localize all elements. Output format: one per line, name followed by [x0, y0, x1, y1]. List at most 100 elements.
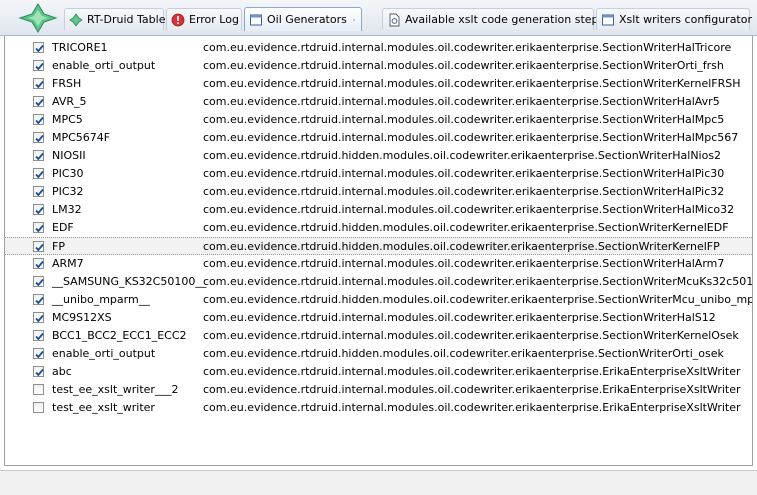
generator-class: com.eu.evidence.rtdruid.hidden.modules.o…	[203, 293, 753, 306]
generator-name: PIC32	[52, 185, 84, 198]
view-icon	[602, 14, 614, 25]
enable-checkbox[interactable]	[33, 330, 44, 341]
document-icon	[389, 13, 400, 26]
table-row[interactable]: AVR_5 com.eu.evidence.rtdruid.internal.mo…	[5, 93, 752, 111]
error-log-icon	[171, 13, 185, 26]
check-icon	[35, 332, 44, 341]
enable-checkbox[interactable]	[33, 294, 44, 305]
generator-name: FRSH	[52, 77, 82, 90]
table-row[interactable]: FP com.eu.evidence.rtdruid.hidden.modules…	[5, 237, 752, 255]
table-row[interactable]: __SAMSUNG_KS32C50100__ com.eu.evidence.rt…	[5, 273, 752, 291]
table-row[interactable]: ARM7 com.eu.evidence.rtdruid.internal.mod…	[5, 255, 752, 273]
generator-name: MPC5674F	[52, 131, 111, 144]
check-icon	[35, 62, 44, 71]
view-tab-bar: RT-Druid Table Error Log Oil Generators …	[0, 0, 757, 36]
table-row[interactable]: MPC5674F com.eu.evidence.rtdruid.internal…	[5, 129, 752, 147]
table-row[interactable]: abc com.eu.evidence.rtdruid.internal.modu…	[5, 363, 752, 381]
tab-rt-druid-table[interactable]: RT-Druid Table	[64, 8, 165, 30]
table-row[interactable]: PIC30 com.eu.evidence.rtdruid.internal.mo…	[5, 165, 752, 183]
enable-checkbox[interactable]	[33, 366, 44, 377]
generator-name: AVR_5	[52, 95, 87, 108]
generator-name: ARM7	[52, 257, 84, 270]
tab-oil-generators[interactable]: Oil Generators	[244, 7, 362, 31]
generator-name: __unibo_mparm__	[52, 293, 150, 306]
enable-checkbox[interactable]	[33, 42, 44, 53]
generator-name: LM32	[52, 203, 82, 216]
enable-checkbox[interactable]	[33, 204, 44, 215]
generator-name: test_ee_xslt_writer	[52, 401, 155, 414]
generator-name: PIC30	[52, 167, 84, 180]
generator-class: com.eu.evidence.rtdruid.internal.modules…	[203, 95, 720, 108]
table-row[interactable]: test_ee_xslt_writer com.eu.evidence.rtdru…	[5, 399, 752, 417]
check-icon	[35, 350, 44, 359]
table-row[interactable]: FRSH com.eu.evidence.rtdruid.internal.mod…	[5, 75, 752, 93]
generator-class: com.eu.evidence.rtdruid.internal.modules…	[203, 329, 739, 342]
generator-class: com.eu.evidence.rtdruid.internal.modules…	[203, 257, 725, 270]
enable-checkbox[interactable]	[33, 222, 44, 233]
check-icon	[35, 134, 44, 143]
enable-checkbox[interactable]	[33, 348, 44, 359]
generator-name: enable_orti_output	[52, 59, 156, 72]
enable-checkbox[interactable]	[33, 60, 44, 71]
enable-checkbox[interactable]	[33, 132, 44, 143]
table-row[interactable]: enable_orti_output com.eu.evidence.rtdrui…	[5, 57, 752, 75]
table-row[interactable]: LM32 com.eu.evidence.rtdruid.internal.mod…	[5, 201, 752, 219]
generator-class: com.eu.evidence.rtdruid.hidden.modules.o…	[203, 240, 720, 253]
enable-checkbox[interactable]	[33, 402, 44, 413]
enable-checkbox[interactable]	[33, 276, 44, 287]
enable-checkbox[interactable]	[33, 96, 44, 107]
generator-name: NIOSII	[52, 149, 86, 162]
enable-checkbox[interactable]	[33, 150, 44, 161]
generator-class: com.eu.evidence.rtdruid.internal.modules…	[203, 41, 732, 54]
enable-checkbox[interactable]	[33, 384, 44, 395]
tab-label: Error Log	[189, 13, 239, 26]
check-icon	[35, 188, 44, 197]
rt-druid-logo-icon[interactable]	[18, 3, 58, 33]
check-icon	[35, 243, 44, 252]
enable-checkbox[interactable]	[33, 168, 44, 179]
generator-class: com.eu.evidence.rtdruid.internal.modules…	[203, 203, 735, 216]
generator-class: com.eu.evidence.rtdruid.internal.modules…	[203, 401, 741, 414]
enable-checkbox[interactable]	[33, 312, 44, 323]
tab-label: Oil Generators	[267, 13, 347, 26]
enable-checkbox[interactable]	[33, 114, 44, 125]
table-row[interactable]: __unibo_mparm__ com.eu.evidence.rtdruid.h…	[5, 291, 752, 309]
tab-xslt-writers-configurator[interactable]: Xslt writers configurator	[596, 8, 752, 30]
table-row[interactable]: TRICORE1 com.eu.evidence.rtdruid.internal…	[5, 39, 752, 57]
table-row[interactable]: MPC5 com.eu.evidence.rtdruid.internal.mod…	[5, 111, 752, 129]
generator-class: com.eu.evidence.rtdruid.internal.modules…	[203, 167, 725, 180]
generator-name: BCC1_BCC2_ECC1_ECC2	[52, 329, 187, 342]
generator-class: com.eu.evidence.rtdruid.internal.modules…	[203, 113, 725, 126]
rt-druid-table-icon	[69, 12, 83, 27]
enable-checkbox[interactable]	[33, 186, 44, 197]
table-row[interactable]: BCC1_BCC2_ECC1_ECC2 com.eu.evidence.rtdru…	[5, 327, 752, 345]
generator-class: com.eu.evidence.rtdruid.internal.modules…	[203, 275, 753, 288]
table-row[interactable]: EDF com.eu.evidence.rtdruid.hidden.module…	[5, 219, 752, 237]
generator-class: com.eu.evidence.rtdruid.internal.modules…	[203, 383, 741, 396]
table-row[interactable]: PIC32 com.eu.evidence.rtdruid.internal.mo…	[5, 183, 752, 201]
check-icon	[35, 260, 44, 269]
check-icon	[35, 80, 44, 89]
tab-error-log[interactable]: Error Log	[166, 8, 242, 30]
tab-available-xslt-steps[interactable]: Available xslt code generation steps	[382, 8, 604, 30]
generator-name: MPC5	[52, 113, 83, 126]
table-row[interactable]: enable_orti_output com.eu.evidence.rtdrui…	[5, 345, 752, 363]
generator-name: abc	[52, 365, 72, 378]
close-icon[interactable]	[352, 15, 355, 25]
check-icon	[35, 368, 44, 377]
enable-checkbox[interactable]	[33, 241, 44, 252]
oil-generators-table: TRICORE1 com.eu.evidence.rtdruid.internal…	[4, 36, 753, 466]
check-icon	[35, 278, 44, 287]
table-row[interactable]: test_ee_xslt_writer___2 com.eu.evidence.r…	[5, 381, 752, 399]
generator-class: com.eu.evidence.rtdruid.internal.modules…	[203, 59, 724, 72]
generator-name: TRICORE1	[52, 41, 108, 54]
tab-label: Xslt writers configurator	[619, 13, 752, 26]
enable-checkbox[interactable]	[33, 258, 44, 269]
generator-name: EDF	[52, 221, 74, 234]
check-icon	[35, 224, 44, 233]
enable-checkbox[interactable]	[33, 78, 44, 89]
generator-class: com.eu.evidence.rtdruid.internal.modules…	[203, 77, 741, 90]
table-row[interactable]: MC9S12XS com.eu.evidence.rtdruid.internal…	[5, 309, 752, 327]
check-icon	[35, 206, 44, 215]
table-row[interactable]: NIOSII com.eu.evidence.rtdruid.hidden.mod…	[5, 147, 752, 165]
